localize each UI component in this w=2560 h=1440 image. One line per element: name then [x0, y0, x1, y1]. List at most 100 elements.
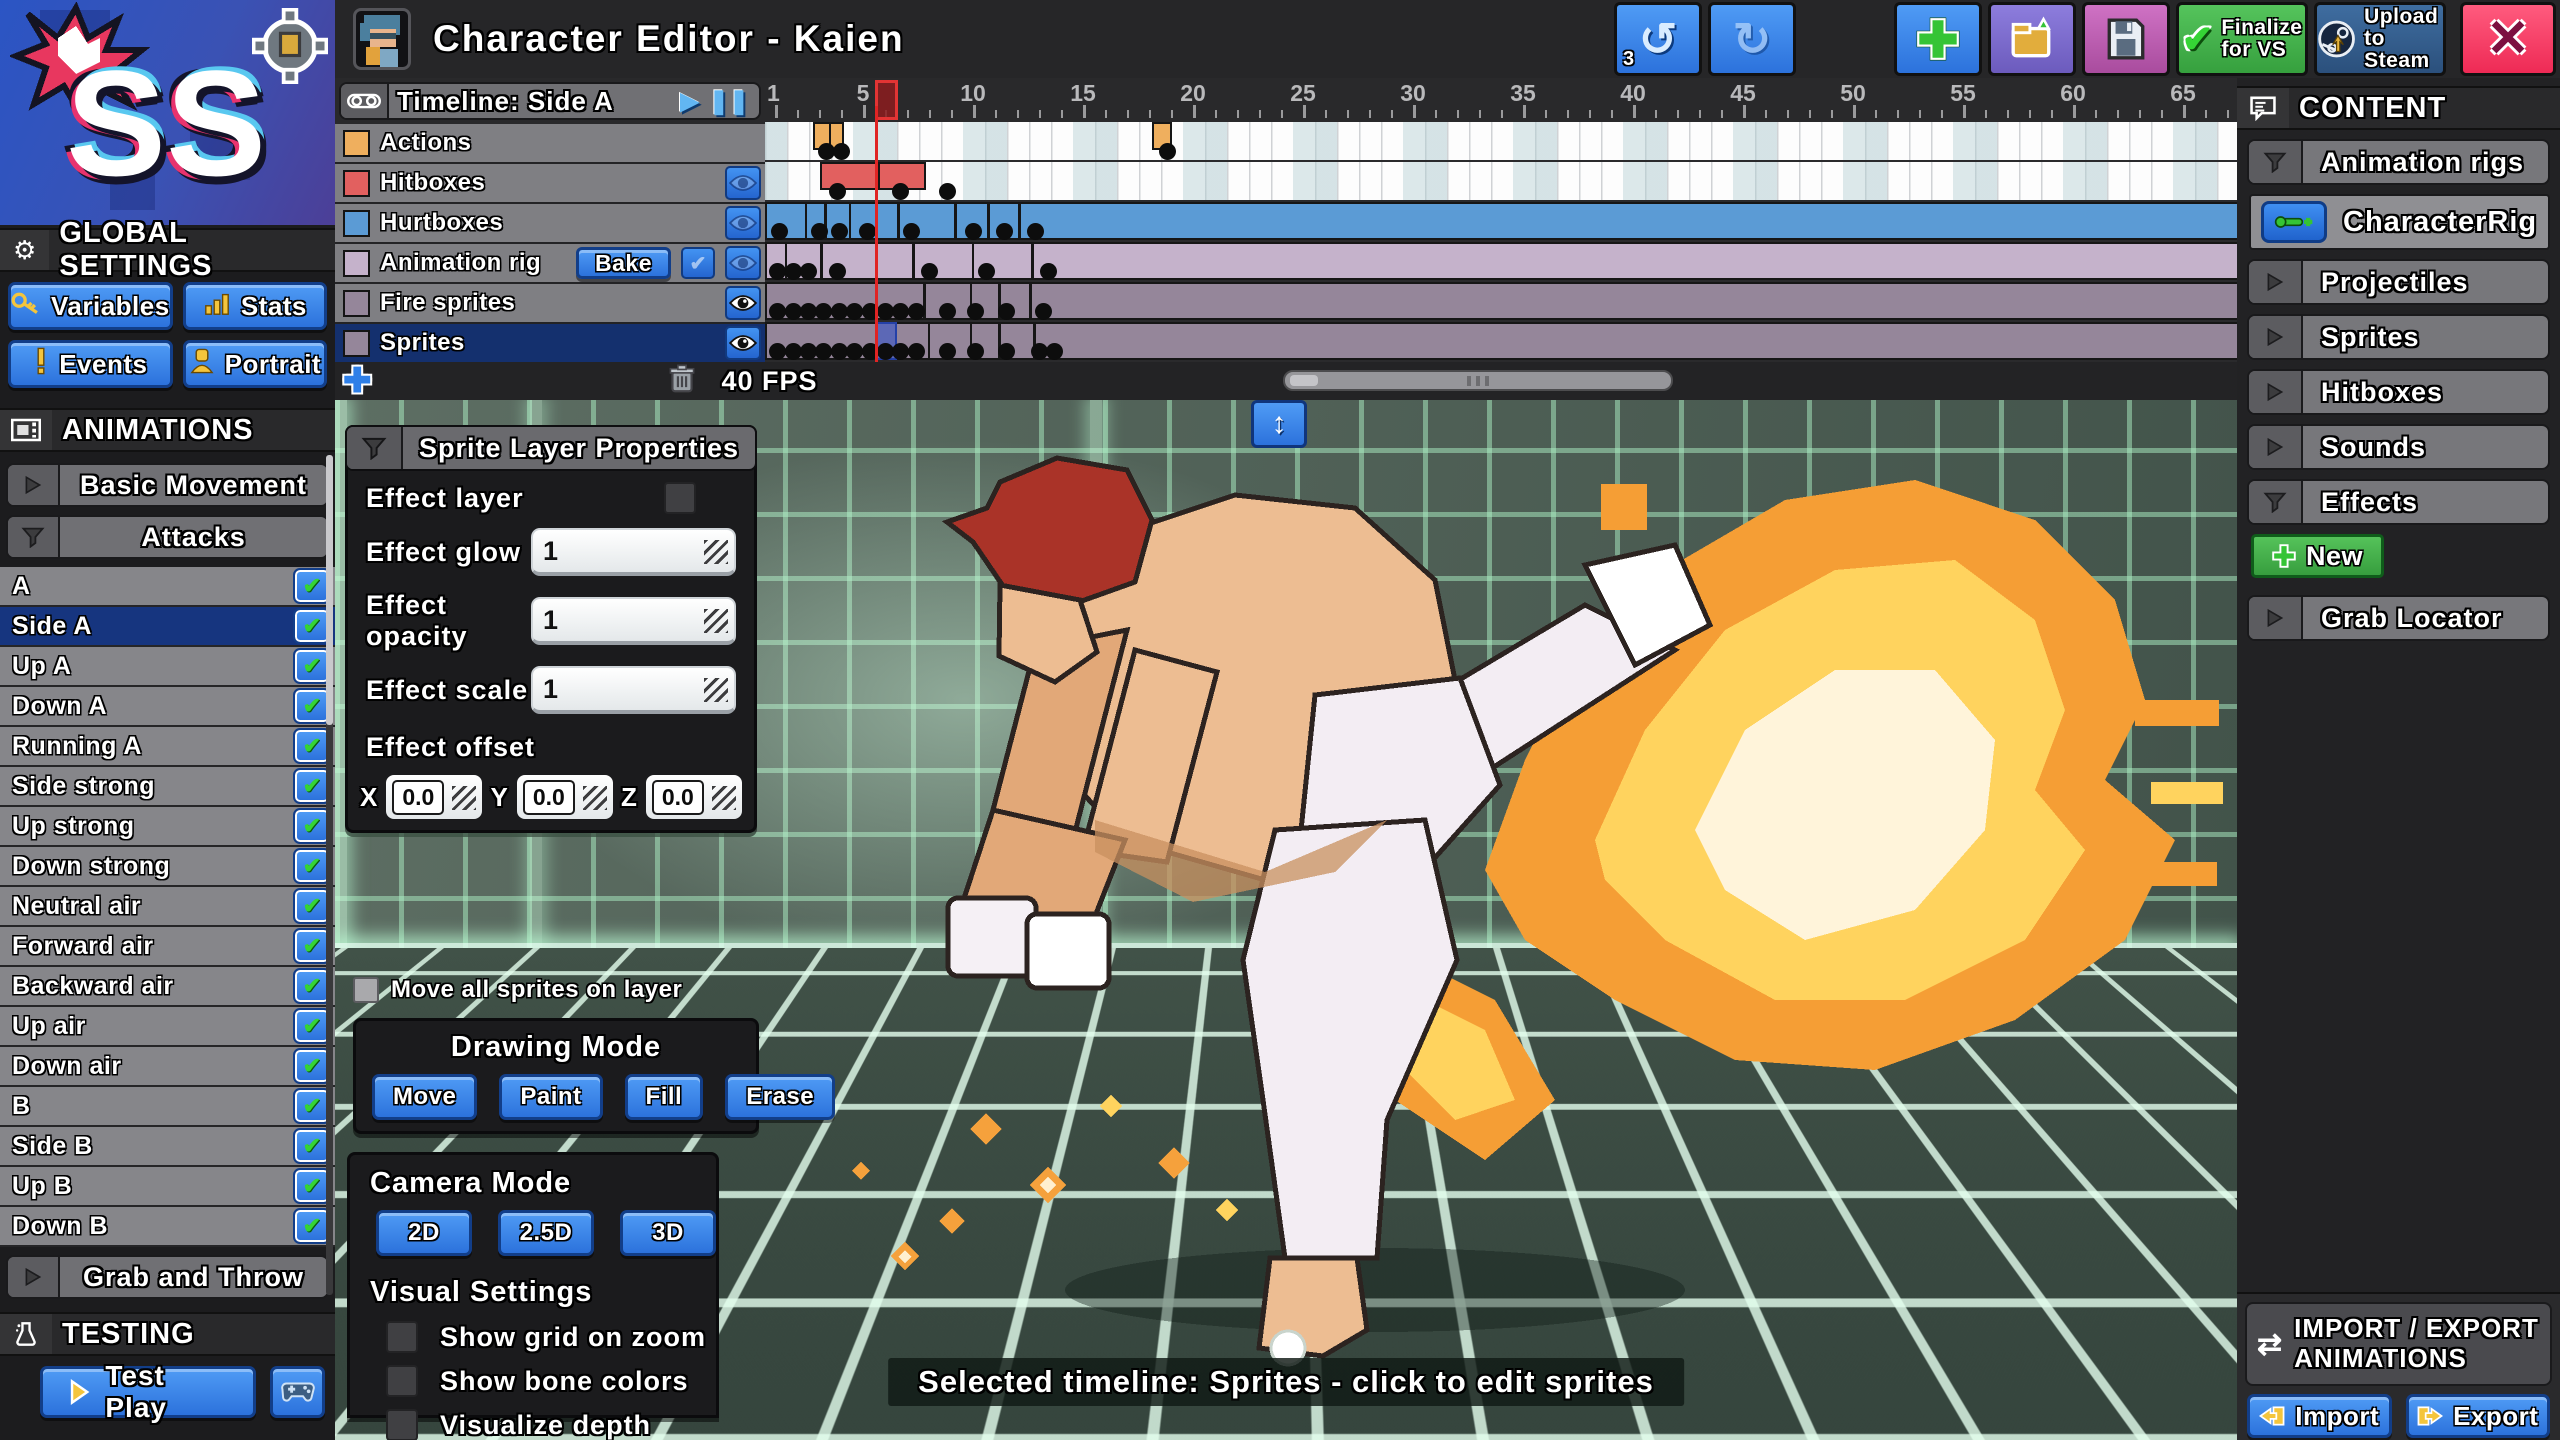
group-basic-movement[interactable]: Basic Movement	[6, 463, 329, 507]
animation-enabled-toggle[interactable]: ✔	[293, 1128, 331, 1164]
content-group-hitboxes[interactable]: Hitboxes	[2247, 369, 2550, 415]
drag-grip-icon[interactable]	[704, 609, 728, 633]
animation-enabled-toggle[interactable]: ✔	[293, 1088, 331, 1124]
keyframe-span[interactable]	[765, 202, 2239, 240]
pause-button[interactable]: ❚❚	[709, 87, 749, 116]
stats-button[interactable]: Stats	[182, 282, 327, 330]
content-group-grab-locator[interactable]: Grab Locator	[2247, 595, 2550, 641]
rig-check-button[interactable]: ✔	[681, 247, 715, 279]
animation-item-side-a[interactable]: Side A ✔	[0, 607, 335, 647]
keyframe-dot[interactable]	[907, 303, 925, 320]
track-keyframes-actions[interactable]	[765, 122, 2237, 162]
animation-item-down-b[interactable]: Down B ✔	[0, 1207, 335, 1247]
track-keyframes-hitboxes[interactable]	[765, 162, 2237, 202]
keyframe-dot[interactable]	[892, 183, 910, 200]
animation-enabled-toggle[interactable]: ✔	[293, 768, 331, 804]
track-hitboxes[interactable]: Hitboxes	[335, 164, 765, 204]
drag-grip-icon[interactable]	[582, 786, 607, 810]
track-actions[interactable]: Actions	[335, 124, 765, 164]
keyframe-span[interactable]	[765, 322, 2239, 360]
animation-item-side-b[interactable]: Side B ✔	[0, 1127, 335, 1167]
effect-opacity-input[interactable]: 1	[531, 597, 736, 645]
character-portrait[interactable]	[353, 8, 411, 70]
keyframe-dot[interactable]	[998, 303, 1015, 320]
redo-button[interactable]: ↻	[1708, 2, 1796, 76]
keyframe-dot[interactable]	[828, 263, 846, 280]
animation-enabled-toggle[interactable]: ✔	[293, 1168, 331, 1204]
timeline-scrollbar[interactable]	[1283, 370, 1673, 391]
content-group-effects[interactable]: Effects	[2247, 479, 2550, 525]
events-button[interactable]: Events	[8, 340, 173, 388]
animation-enabled-toggle[interactable]: ✔	[293, 608, 331, 644]
move-tool-button[interactable]: Move	[372, 1074, 478, 1120]
content-group-sprites[interactable]: Sprites	[2247, 314, 2550, 360]
animation-item-backward-air[interactable]: Backward air ✔	[0, 967, 335, 1007]
playhead-marker[interactable]	[875, 80, 898, 120]
keyframe-dot[interactable]	[965, 223, 982, 240]
camera-mode-2d-button[interactable]: 2D	[376, 1210, 472, 1256]
visual-option-visualize-depth[interactable]: Visualize depth	[350, 1397, 716, 1440]
new-effect-button[interactable]: New	[2251, 534, 2385, 578]
effect-glow-input[interactable]: 1	[531, 528, 736, 576]
drag-grip-icon[interactable]	[704, 540, 728, 564]
animation-enabled-toggle[interactable]: ✔	[293, 928, 331, 964]
paste-button[interactable]	[1988, 2, 2076, 76]
gear-icon[interactable]	[252, 8, 328, 84]
viewport[interactable]: ↕ Sprite Layer Properties Effect layer E…	[335, 400, 2237, 1440]
checkbox[interactable]	[386, 1409, 418, 1440]
asset-characterrig[interactable]: CharacterRig	[2249, 194, 2550, 250]
import-button[interactable]: Import	[2247, 1394, 2392, 1438]
keyframe-dot[interactable]	[938, 343, 956, 360]
animation-enabled-toggle[interactable]: ✔	[293, 848, 331, 884]
play-button[interactable]: ▶	[680, 87, 698, 116]
keyframe-dot[interactable]	[830, 223, 848, 240]
keyframe-dot[interactable]	[800, 263, 817, 280]
track-hurtboxes[interactable]: Hurtboxes	[335, 204, 765, 244]
animation-item-a[interactable]: A ✔	[0, 567, 335, 607]
timeline-ruler[interactable]: 1 5 10 15 20 25 30 35 40 45 50 55 60 65	[765, 78, 2237, 122]
checkbox[interactable]	[353, 977, 379, 1003]
animation-item-up-b[interactable]: Up B ✔	[0, 1167, 335, 1207]
animation-item-down-strong[interactable]: Down strong ✔	[0, 847, 335, 887]
track-keyframes-fire-sprites[interactable]	[765, 282, 2239, 322]
track-keyframes-sprites[interactable]	[765, 322, 2239, 362]
keyframe-dot[interactable]	[811, 223, 828, 240]
add-track-button[interactable]: ✚	[343, 361, 372, 401]
checkbox[interactable]	[386, 1365, 418, 1397]
undo-button[interactable]: ↺ 3	[1614, 2, 1702, 76]
track-fire-sprites[interactable]: Fire sprites	[335, 284, 765, 324]
animation-enabled-toggle[interactable]: ✔	[293, 968, 331, 1004]
keyframe-span[interactable]	[765, 282, 2239, 320]
animation-item-neutral-air[interactable]: Neutral air ✔	[0, 887, 335, 927]
animation-item-up-a[interactable]: Up A ✔	[0, 647, 335, 687]
paint-tool-button[interactable]: Paint	[499, 1074, 603, 1120]
animation-enabled-toggle[interactable]: ✔	[293, 1208, 331, 1244]
visibility-toggle[interactable]	[725, 166, 761, 200]
animation-enabled-toggle[interactable]: ✔	[293, 808, 331, 844]
animation-item-running-a[interactable]: Running A ✔	[0, 727, 335, 767]
animation-item-up-strong[interactable]: Up strong ✔	[0, 807, 335, 847]
add-button[interactable]	[1894, 2, 1982, 76]
track-keyframes-animation-rig[interactable]	[765, 242, 2239, 282]
bake-button[interactable]: Bake	[576, 247, 671, 279]
finalize-button[interactable]: ✔ Finalize for VS	[2176, 2, 2308, 76]
visibility-toggle[interactable]	[725, 326, 761, 360]
playhead-line[interactable]	[875, 106, 878, 362]
gamepad-button[interactable]	[270, 1366, 325, 1418]
animation-item-side-strong[interactable]: Side strong ✔	[0, 767, 335, 807]
keyframe-dot[interactable]	[995, 223, 1013, 240]
checkbox[interactable]	[386, 1321, 418, 1353]
keyframe-dot[interactable]	[1039, 263, 1057, 280]
trash-icon[interactable]	[668, 364, 696, 399]
content-group-sounds[interactable]: Sounds	[2247, 424, 2550, 470]
visual-option-show-bone-colors[interactable]: Show bone colors	[350, 1353, 716, 1397]
keyframe-dot[interactable]	[828, 183, 846, 200]
effect-layer-checkbox[interactable]	[664, 482, 696, 514]
content-group-projectiles[interactable]: Projectiles	[2247, 259, 2550, 305]
keyframe-dot[interactable]	[921, 263, 938, 280]
offset-y-input[interactable]: 0.0	[516, 775, 613, 819]
keyframe-dot[interactable]	[907, 343, 925, 360]
erase-tool-button[interactable]: Erase	[725, 1074, 836, 1120]
animation-enabled-toggle[interactable]: ✔	[293, 568, 331, 604]
panel-header[interactable]: Sprite Layer Properties	[345, 425, 757, 471]
